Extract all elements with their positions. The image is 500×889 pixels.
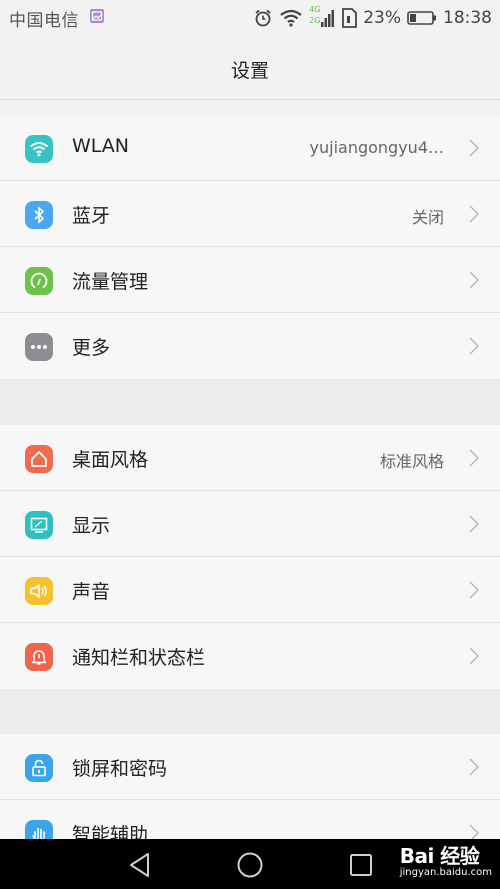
wifi-status-icon xyxy=(279,8,303,28)
chevron-right-icon xyxy=(469,647,479,665)
setting-row-wlan[interactable]: WLAN yujiangongyu4… xyxy=(0,115,500,181)
baidu-watermark: Bai 经验 jingyan.baidu.com xyxy=(400,845,492,879)
recent-apps-icon[interactable] xyxy=(347,851,375,879)
setting-label: 蓝牙 xyxy=(72,205,111,227)
network-2g-label: 2G xyxy=(309,16,321,25)
settings-group-display: 桌面风格 标准风格 显示 声音 通知栏和状态栏 xyxy=(0,425,500,689)
title-bar: 设置 xyxy=(0,36,500,100)
battery-percent: 23% xyxy=(363,8,401,28)
setting-row-lock-screen[interactable]: 锁屏和密码 xyxy=(0,734,500,800)
back-icon[interactable] xyxy=(126,851,154,879)
settings-group-connectivity: WLAN yujiangongyu4… 蓝牙 关闭 流量管理 更多 xyxy=(0,115,500,379)
setting-value: 标准风格 xyxy=(379,452,444,471)
carrier-name: 中国电信 xyxy=(9,11,79,31)
alarm-icon xyxy=(253,8,273,28)
wifi-icon xyxy=(25,135,53,163)
setting-row-more[interactable]: 更多 xyxy=(0,313,500,379)
setting-label: 锁屏和密码 xyxy=(72,758,168,780)
navigation-bar: Bai 经验 jingyan.baidu.com xyxy=(0,839,500,889)
home-icon xyxy=(25,445,53,473)
chevron-right-icon xyxy=(469,449,479,467)
chevron-right-icon xyxy=(469,824,479,839)
setting-row-home-style[interactable]: 桌面风格 标准风格 xyxy=(0,425,500,491)
setting-label: WLAN xyxy=(72,135,130,157)
group-separator xyxy=(0,379,500,425)
sound-icon xyxy=(25,577,53,605)
watermark-logo-text: Bai 经验 xyxy=(399,844,480,868)
setting-label: 通知栏和状态栏 xyxy=(72,647,206,669)
network-4g-label: 4G xyxy=(309,5,321,14)
lock-icon xyxy=(25,754,53,782)
sim-card-icon xyxy=(341,8,358,28)
page-title: 设置 xyxy=(230,60,269,82)
setting-row-smart-assist[interactable]: 智能辅助 xyxy=(0,800,500,839)
display-icon xyxy=(25,511,53,539)
chevron-right-icon xyxy=(469,271,479,289)
chevron-right-icon xyxy=(469,515,479,533)
battery-icon xyxy=(407,10,437,26)
home-button-icon[interactable] xyxy=(236,851,264,879)
setting-row-display[interactable]: 显示 xyxy=(0,491,500,557)
cellular-signal-icon: 4G 2G xyxy=(309,6,335,30)
watermark-url: jingyan.baidu.com xyxy=(399,867,492,878)
settings-group-security: 锁屏和密码 智能辅助 xyxy=(0,734,500,839)
gallery-notification-icon xyxy=(90,9,104,23)
clock-time: 18:38 xyxy=(443,8,492,28)
status-bar: 中国电信 4G 2G 23% 18:38 xyxy=(0,0,500,36)
setting-label: 显示 xyxy=(72,515,111,537)
setting-label: 桌面风格 xyxy=(72,449,149,471)
chevron-right-icon xyxy=(469,205,479,223)
chevron-right-icon xyxy=(469,139,479,157)
setting-label: 流量管理 xyxy=(72,271,149,293)
setting-row-data-usage[interactable]: 流量管理 xyxy=(0,247,500,313)
setting-row-bluetooth[interactable]: 蓝牙 关闭 xyxy=(0,181,500,247)
chevron-right-icon xyxy=(469,337,479,355)
bluetooth-icon xyxy=(25,201,53,229)
status-icons: 4G 2G 23% 18:38 xyxy=(247,4,492,32)
setting-label: 更多 xyxy=(72,337,111,359)
data-usage-icon xyxy=(25,267,53,295)
setting-value: 关闭 xyxy=(411,208,444,227)
setting-value: yujiangongyu4… xyxy=(309,138,444,157)
more-icon xyxy=(25,333,53,361)
setting-row-notifications[interactable]: 通知栏和状态栏 xyxy=(0,623,500,689)
chevron-right-icon xyxy=(469,581,479,599)
setting-row-sound[interactable]: 声音 xyxy=(0,557,500,623)
setting-label: 声音 xyxy=(72,581,111,603)
group-separator xyxy=(0,689,500,734)
chevron-right-icon xyxy=(469,758,479,776)
notification-icon xyxy=(25,643,53,671)
setting-label: 智能辅助 xyxy=(72,824,149,839)
hand-icon xyxy=(25,820,53,839)
